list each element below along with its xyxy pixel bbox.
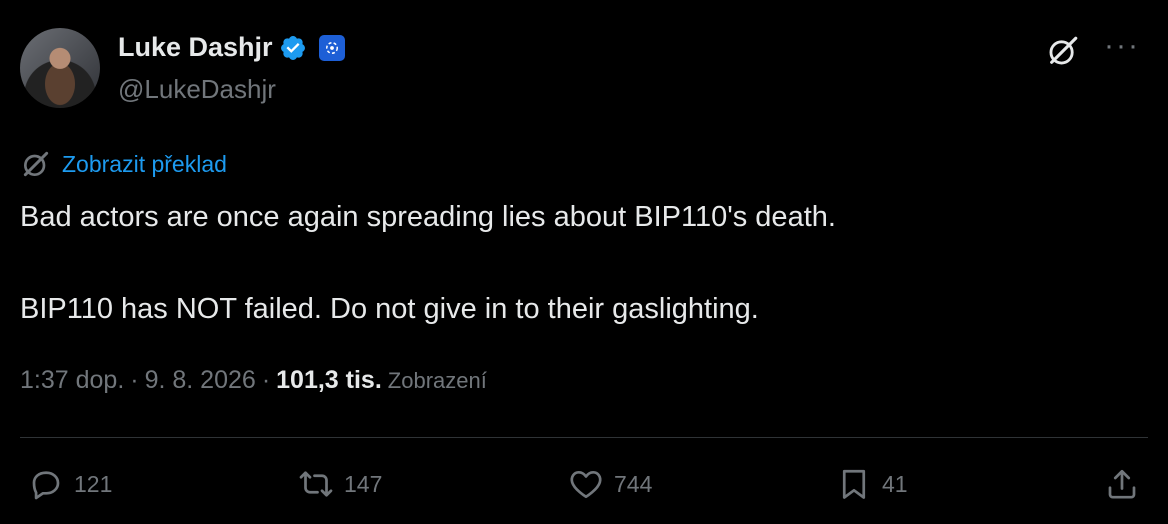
affiliation-badge-icon[interactable] [318,34,345,61]
tweet-paragraph: Bad actors are once again spreading lies… [20,201,836,233]
tweet-meta: 1:37 dop. · 9. 8. 2026 · 101,3 tis. Zobr… [20,366,487,395]
tweet-date[interactable]: 9. 8. 2026 [145,366,256,395]
like-count: 744 [614,470,653,497]
bookmark-count: 41 [882,470,908,497]
divider [20,437,1148,438]
views-count: 101,3 tis. [276,366,382,394]
author-name[interactable]: Luke Dashjr [118,32,273,63]
author-handle[interactable]: @LukeDashjr [118,74,276,105]
tweet-text: Bad actors are once again spreading lies… [20,194,1140,332]
grok-icon [23,151,49,177]
reply-icon [32,471,60,500]
meta-separator: · [130,366,139,394]
repost-button[interactable]: 147 [298,466,382,502]
heart-icon [570,470,602,499]
repost-count: 147 [344,470,383,497]
avatar[interactable] [20,28,100,108]
author-name-row: Luke Dashjr [118,32,345,63]
more-options-icon[interactable]: ··· [1104,31,1140,61]
tweet-paragraph: BIP110 has NOT failed. Do not give in to… [20,293,759,325]
meta-separator: · [261,366,271,394]
bookmark-button[interactable]: 41 [836,466,908,502]
verified-badge-icon[interactable] [279,34,307,62]
tweet-time[interactable]: 1:37 dop. [20,366,124,395]
translate-link[interactable]: Zobrazit překlad [20,148,227,180]
like-button[interactable]: 744 [568,466,652,502]
reply-button[interactable]: 121 [28,466,112,502]
views-label: Zobrazení [387,368,487,393]
reply-count: 121 [74,470,113,497]
share-icon [1108,469,1136,499]
grok-icon[interactable] [1046,34,1080,68]
translate-label[interactable]: Zobrazit překlad [62,151,227,178]
tweet-header-actions: ··· [1046,31,1140,68]
bookmark-icon [842,469,866,499]
share-button[interactable] [1104,466,1140,502]
repost-icon [299,471,333,497]
